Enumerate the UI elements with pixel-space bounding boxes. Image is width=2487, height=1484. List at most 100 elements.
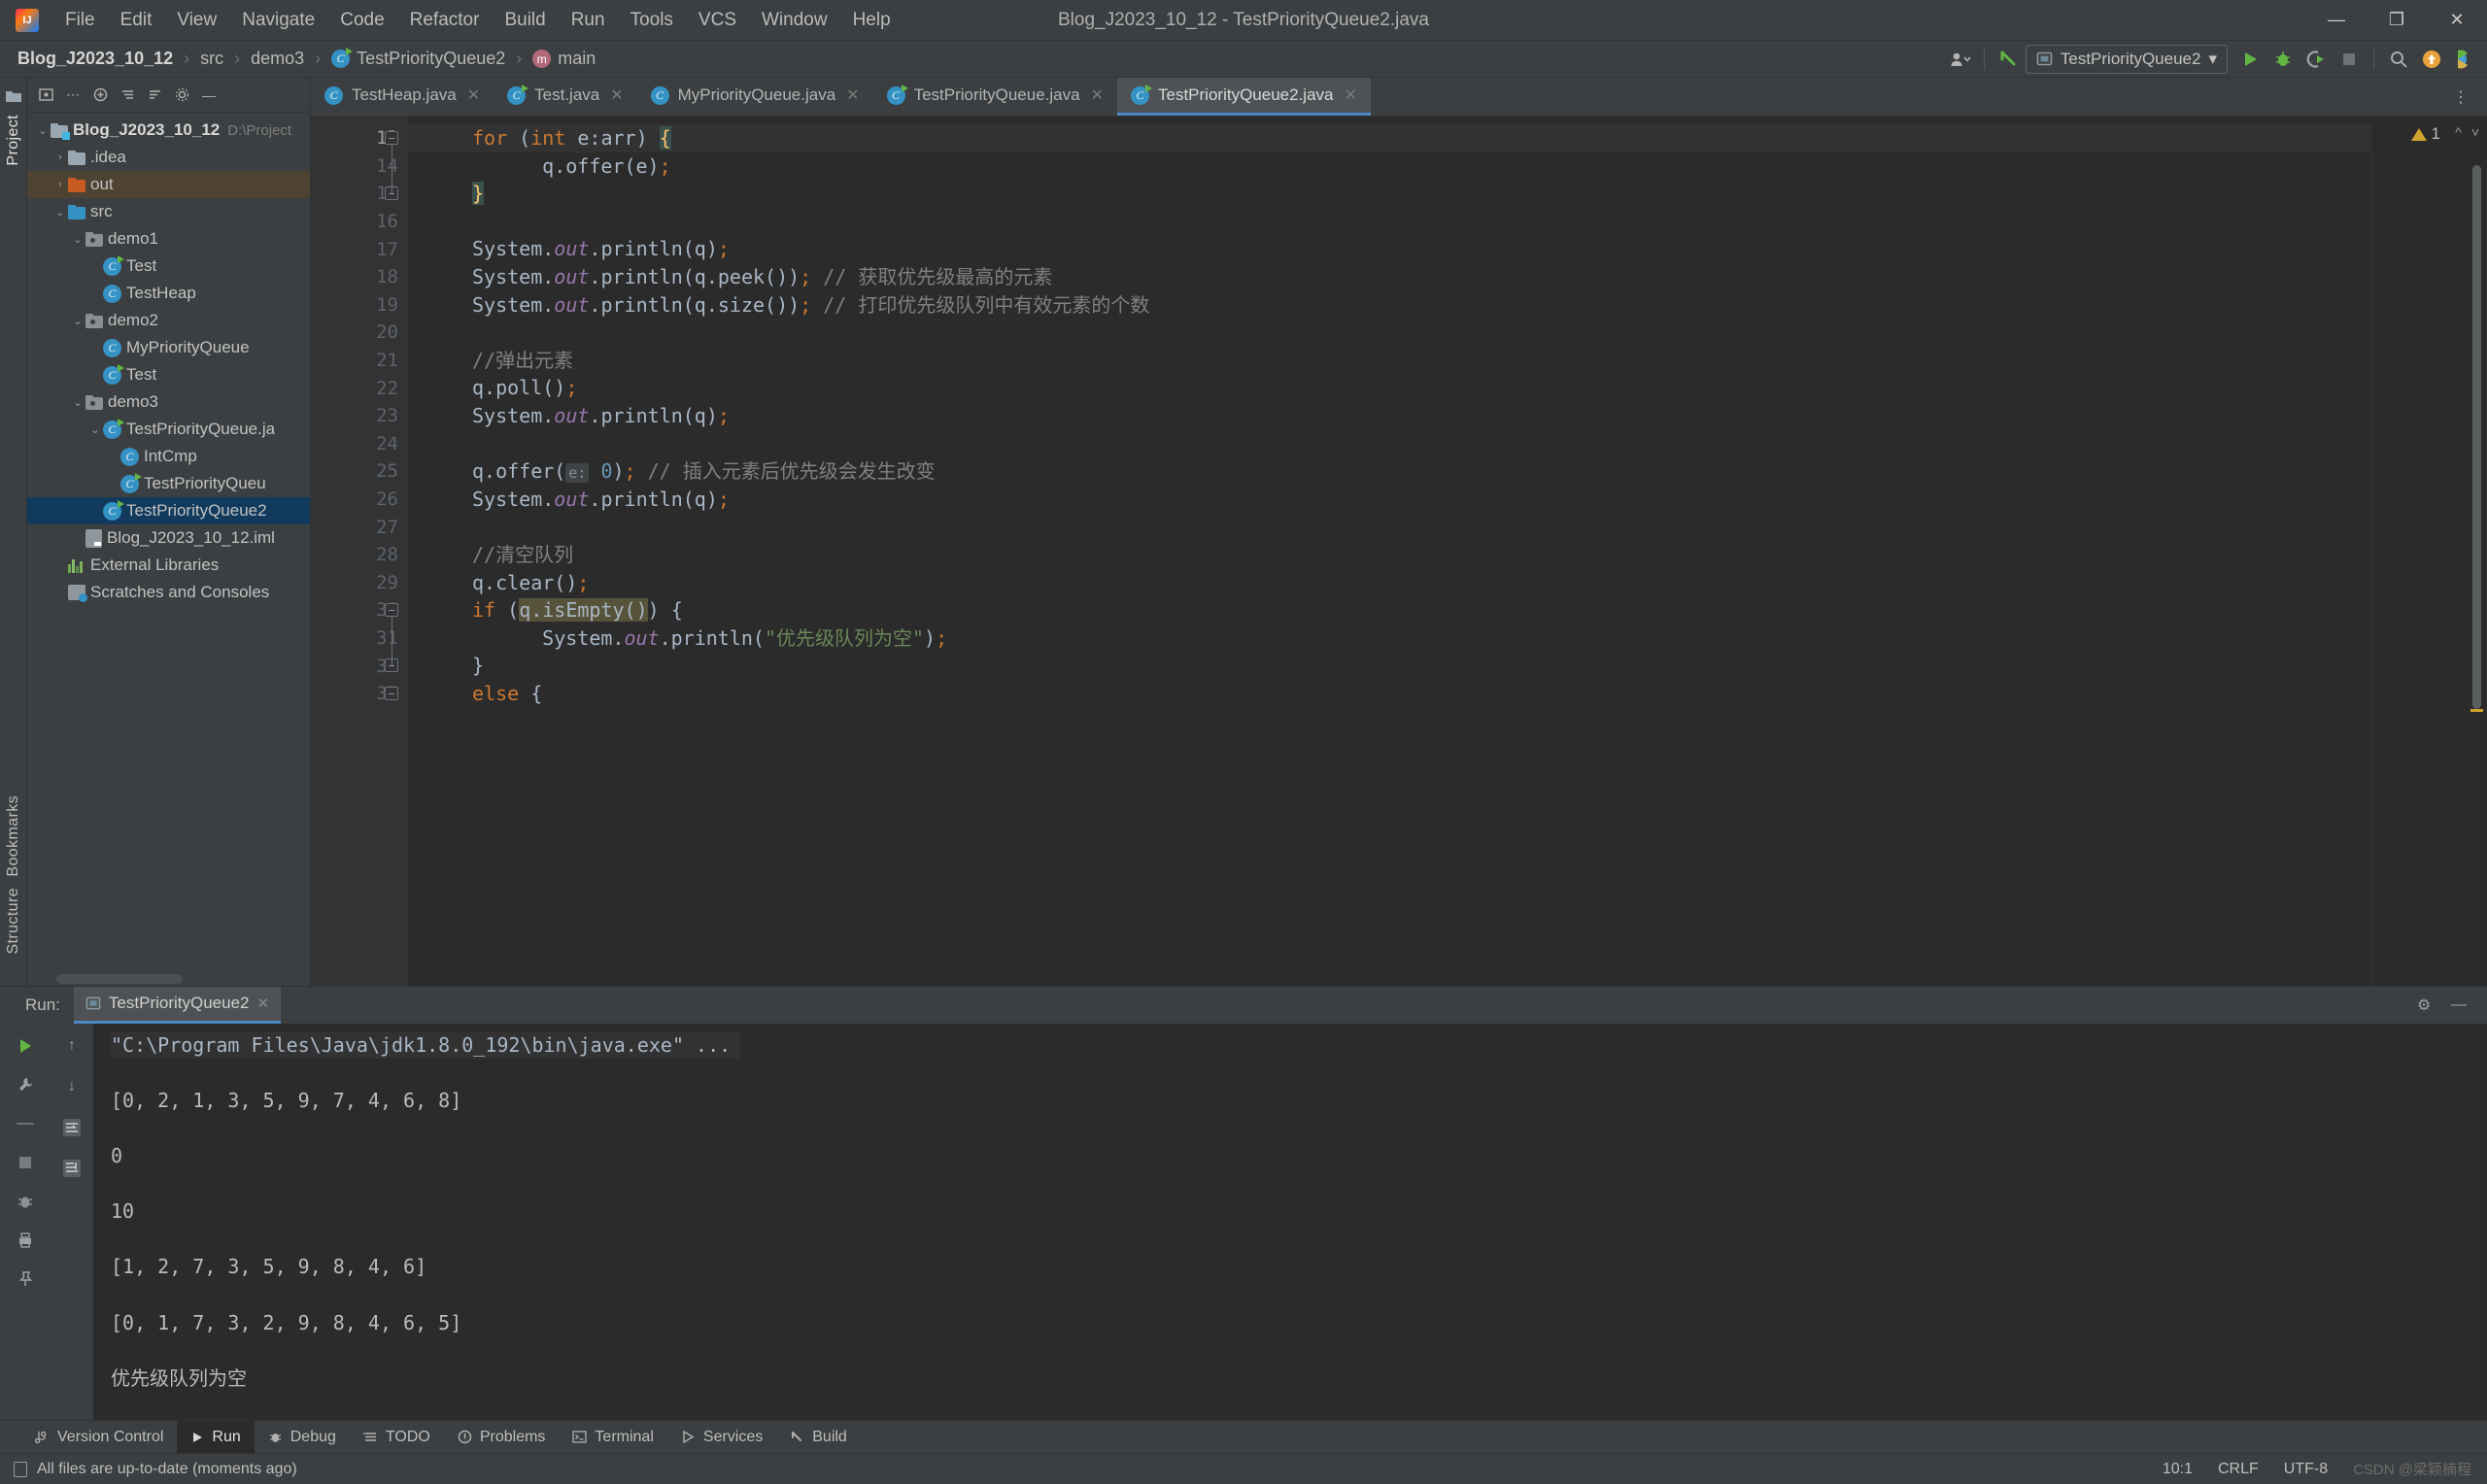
tree-node-demo3[interactable]: ⌄ demo3 — [27, 388, 310, 416]
file-encoding[interactable]: UTF-8 — [2284, 1461, 2328, 1478]
tree-node-out[interactable]: › out — [27, 171, 310, 198]
project-horizontal-scrollbar[interactable] — [56, 973, 183, 984]
edit-configuration-icon[interactable] — [11, 1070, 40, 1099]
settings-gear-icon[interactable] — [169, 83, 194, 108]
menu-item-file[interactable]: File — [52, 6, 108, 35]
code-line-20[interactable] — [408, 319, 2370, 347]
select-opened-file-icon[interactable] — [33, 83, 58, 108]
line-number-17[interactable]: 17 — [311, 235, 408, 263]
tree-node-mypriorityqueue[interactable]: C MyPriorityQueue — [27, 334, 310, 361]
close-tab-icon[interactable]: ✕ — [610, 85, 623, 105]
close-button[interactable]: ✕ — [2427, 0, 2487, 41]
tree-node-testpriorityqueue2[interactable]: C TestPriorityQueue2 — [27, 497, 310, 524]
code-line-21[interactable]: //弹出元素 — [408, 347, 2370, 375]
close-tab-icon[interactable]: ✕ — [467, 85, 480, 105]
line-number-23[interactable]: 23 — [311, 402, 408, 430]
toolwindow-button-todo[interactable]: TODO — [350, 1421, 444, 1454]
toolwindow-button-run[interactable]: Run — [177, 1420, 255, 1454]
sort-icon[interactable] — [142, 83, 167, 108]
tree-node-demo1[interactable]: ⌄ demo1 — [27, 225, 310, 253]
search-everywhere-icon[interactable] — [2382, 45, 2415, 74]
close-tab-icon[interactable]: ✕ — [846, 85, 859, 105]
toolwindow-button-services[interactable]: Services — [667, 1421, 776, 1454]
code-line-22[interactable]: q.poll(); — [408, 374, 2370, 402]
menu-item-build[interactable]: Build — [492, 6, 558, 35]
tree-node-demo2[interactable]: ⌄ demo2 — [27, 307, 310, 334]
rerun-button[interactable] — [11, 1031, 40, 1061]
strip-tab-bookmarks[interactable]: Bookmarks — [5, 790, 22, 883]
ide-logo-icon[interactable] — [2448, 45, 2481, 74]
code-line-16[interactable] — [408, 208, 2370, 236]
chevron-right-icon[interactable]: › — [52, 179, 68, 190]
strip-tab-structure[interactable]: Structure — [5, 882, 22, 961]
hide-panel-icon[interactable]: — — [196, 83, 221, 108]
code-line-19[interactable]: System.out.println(q.size()); // 打印优先级队列… — [408, 291, 2370, 320]
menu-item-window[interactable]: Window — [749, 6, 840, 35]
code-line-15[interactable]: } — [408, 180, 2370, 208]
run-configuration-selector[interactable]: TestPriorityQueue2 ▾ — [2025, 44, 2228, 74]
inspection-nav[interactable]: ^ ˅ — [2455, 124, 2479, 140]
code-content[interactable]: for (int e:arr) { q.offer(e);} System.out… — [408, 117, 2370, 986]
toolwindow-button-debug[interactable]: Debug — [255, 1421, 350, 1454]
tree-node-test[interactable]: C Test — [27, 253, 310, 280]
editor-tab-testpriorityqueue2-java[interactable]: C TestPriorityQueue2.java ✕ — [1117, 78, 1371, 116]
tree-node-test[interactable]: C Test — [27, 361, 310, 388]
chevron-down-icon[interactable]: ⌄ — [87, 423, 103, 436]
expand-all-icon[interactable] — [87, 83, 113, 108]
chevron-right-icon[interactable]: › — [52, 152, 68, 163]
breadcrumb-item-src[interactable]: src — [196, 47, 227, 71]
prev-problem-icon[interactable]: ^ — [2455, 124, 2462, 140]
breadcrumb-item-main[interactable]: m main — [528, 47, 599, 71]
caret-position[interactable]: 10:1 — [2163, 1461, 2193, 1478]
line-number-18[interactable]: 18 — [311, 263, 408, 291]
close-tab-icon[interactable]: ✕ — [1344, 85, 1356, 105]
code-line-17[interactable]: System.out.println(q); — [408, 235, 2370, 263]
code-line-32[interactable]: } — [408, 652, 2370, 680]
line-number-19[interactable]: 19 — [311, 291, 408, 320]
kill-process-icon[interactable] — [11, 1187, 40, 1216]
tree-node-src[interactable]: ⌄ src — [27, 198, 310, 225]
soft-wrap-icon[interactable] — [57, 1113, 86, 1142]
run-with-coverage-button[interactable] — [2300, 45, 2333, 74]
line-number-26[interactable]: 26 — [311, 486, 408, 514]
tree-node-testpriorityqueue-ja[interactable]: ⌄ C TestPriorityQueue.ja — [27, 416, 310, 443]
editor-tab-testheap-java[interactable]: C TestHeap.java ✕ — [311, 78, 494, 116]
collapse-all-icon[interactable] — [115, 83, 140, 108]
line-number-25[interactable]: 25 — [311, 457, 408, 486]
editor-vertical-scrollbar[interactable] — [2472, 165, 2481, 709]
menu-item-code[interactable]: Code — [327, 6, 396, 35]
code-line-30[interactable]: if (q.isEmpty()) { — [408, 596, 2370, 624]
editor-tabs-more-icon[interactable]: ⋮ — [2444, 83, 2477, 112]
line-separator[interactable]: CRLF — [2218, 1461, 2259, 1478]
breadcrumb-item-blog-j2023-10-12[interactable]: Blog_J2023_10_12 — [14, 47, 177, 71]
run-session-tab[interactable]: TestPriorityQueue2 ✕ — [73, 986, 282, 1024]
menu-item-vcs[interactable]: VCS — [686, 6, 749, 35]
line-number-16[interactable]: 16 — [311, 208, 408, 236]
tree-node-blog-j2023-10-12-iml[interactable]: Blog_J2023_10_12.iml — [27, 524, 310, 552]
scroll-up-icon[interactable]: ↑ — [57, 1031, 86, 1061]
updates-icon[interactable] — [2415, 45, 2448, 74]
line-number-24[interactable]: 24 — [311, 430, 408, 458]
tree-node-external-libraries[interactable]: External Libraries — [27, 552, 310, 579]
minimize-button[interactable]: — — [2306, 0, 2367, 41]
code-line-31[interactable]: System.out.println("优先级队列为空"); — [408, 624, 2370, 653]
chevron-down-icon[interactable]: ▾ — [2208, 50, 2217, 69]
fold-collapse-icon[interactable]: − — [385, 131, 398, 145]
menu-item-navigate[interactable]: Navigate — [229, 6, 327, 35]
menu-item-edit[interactable]: Edit — [108, 6, 165, 35]
strip-tab-project[interactable]: Project — [5, 109, 22, 172]
stop-process-button[interactable] — [11, 1148, 40, 1177]
code-line-29[interactable]: q.clear(); — [408, 569, 2370, 597]
line-number-20[interactable]: 20 — [311, 319, 408, 347]
code-line-27[interactable] — [408, 513, 2370, 541]
inspection-status[interactable]: 1 — [2410, 124, 2440, 144]
line-number-22[interactable]: 22 — [311, 374, 408, 402]
menu-item-refactor[interactable]: Refactor — [397, 6, 493, 35]
line-number-28[interactable]: 28 — [311, 541, 408, 569]
menu-item-view[interactable]: View — [164, 6, 229, 35]
tree-node-intcmp[interactable]: C IntCmp — [27, 443, 310, 470]
breadcrumb-item-demo3[interactable]: demo3 — [247, 47, 308, 71]
code-line-33[interactable]: else { — [408, 680, 2370, 708]
tree-node-testpriorityqueu[interactable]: C TestPriorityQueu — [27, 470, 310, 497]
tree-node--idea[interactable]: › .idea — [27, 144, 310, 171]
